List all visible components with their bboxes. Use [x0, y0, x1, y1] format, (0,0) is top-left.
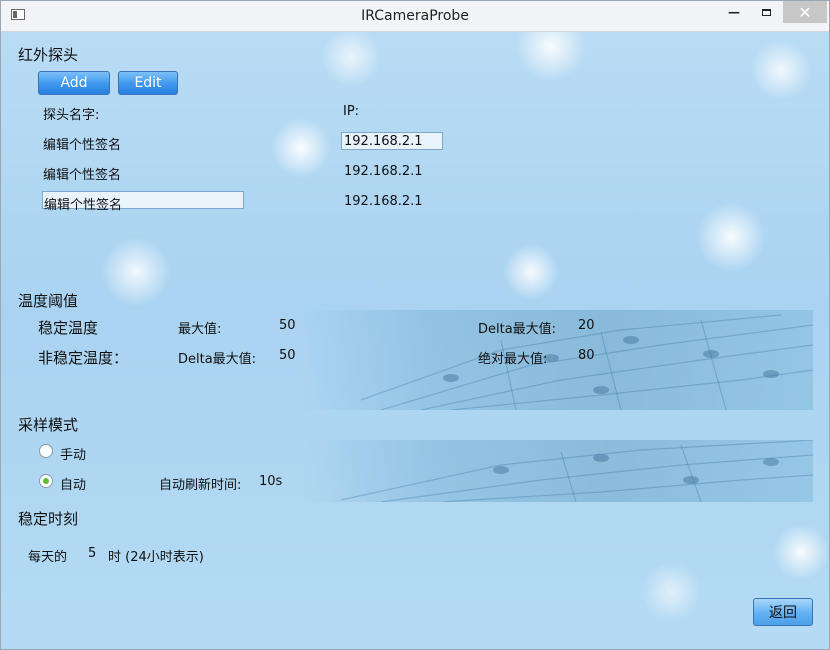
add-probe-button[interactable]: Add — [38, 71, 110, 95]
circuit-pattern-icon — [340, 440, 813, 502]
probe-row-2-ip[interactable]: 192.168.2.1 — [344, 164, 423, 179]
unstable-temp-label: 非稳定温度： — [38, 349, 129, 367]
daily-label: 每天的 — [28, 550, 68, 565]
probe-row-1-ip[interactable]: 192.168.2.1 — [344, 134, 423, 149]
stable-max-value[interactable]: 50 — [279, 318, 296, 333]
abs-max-value[interactable]: 80 — [578, 348, 595, 363]
manual-radio-label[interactable]: 手动 — [60, 444, 86, 463]
threshold-section-title: 温度阈值 — [18, 292, 79, 310]
minimize-button[interactable]: — — [719, 1, 749, 23]
probe-section-title: 红外探头 — [18, 46, 79, 64]
app-window: IRCameraProbe — ✕ 红外探头 Add Edit 探头名字: IP… — [0, 0, 830, 650]
edit-probe-button[interactable]: Edit — [118, 71, 178, 95]
probe-ip-header: IP: — [343, 104, 360, 119]
stable-delta-max-label: Delta最大值: — [478, 322, 557, 337]
close-button[interactable]: ✕ — [783, 1, 827, 23]
auto-radio[interactable] — [39, 474, 53, 488]
hour-value[interactable]: 5 — [88, 546, 96, 561]
stable-delta-max-value[interactable]: 20 — [578, 318, 595, 333]
refresh-time-value[interactable]: 10s — [259, 474, 282, 489]
probe-row-3-ip[interactable]: 192.168.2.1 — [344, 194, 423, 209]
title-bar: IRCameraProbe — ✕ — [1, 1, 829, 32]
probe-name-header: 探头名字: — [43, 108, 100, 123]
probe-row-2-name[interactable]: 编辑个性签名 — [43, 164, 121, 183]
manual-radio[interactable] — [39, 444, 53, 458]
sampling-section-title: 采样模式 — [18, 416, 79, 434]
unstable-delta-max-value[interactable]: 50 — [279, 348, 296, 363]
probe-row-1-name[interactable]: 编辑个性签名 — [43, 134, 121, 153]
stable-max-label: 最大值: — [178, 322, 222, 337]
stable-temp-label: 稳定温度 — [38, 319, 99, 337]
refresh-time-label: 自动刷新时间: — [159, 478, 242, 493]
probe-row-3-name[interactable]: 编辑个性签名 — [44, 194, 122, 213]
circuit-pattern-icon — [360, 314, 813, 410]
decorative-band-sampling — [301, 440, 813, 502]
abs-max-label: 绝对最大值: — [478, 352, 548, 367]
hour-suffix: 时 (24小时表示) — [108, 550, 204, 565]
unstable-delta-max-label: Delta最大值: — [178, 352, 257, 367]
auto-radio-label[interactable]: 自动 — [60, 474, 86, 493]
maximize-icon — [761, 8, 771, 16]
stable-time-section-title: 稳定时刻 — [18, 510, 79, 528]
window-title: IRCameraProbe — [361, 8, 469, 24]
back-button[interactable]: 返回 — [753, 598, 813, 626]
maximize-button[interactable] — [751, 1, 781, 23]
decorative-band-threshold — [301, 310, 813, 410]
main-content: 红外探头 Add Edit 探头名字: IP: 编辑个性签名 192.168.2… — [1, 32, 829, 649]
